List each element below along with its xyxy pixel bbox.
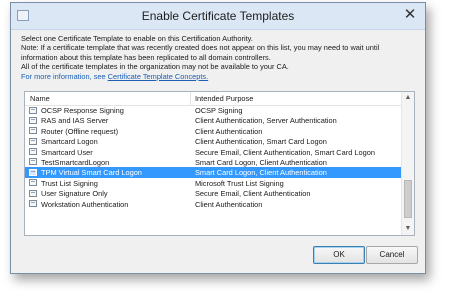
template-intended-purpose: Smart Card Logon, Client Authentication xyxy=(195,168,327,178)
template-name: Router (Offline request) xyxy=(41,126,119,136)
table-row[interactable]: Workstation Authentication Client Authent… xyxy=(25,199,403,209)
column-header-name[interactable]: Name xyxy=(30,94,50,103)
certificate-template-concepts-link[interactable]: Certificate Template Concepts. xyxy=(108,72,209,81)
template-name: TestSmartcardLogon xyxy=(41,157,110,167)
table-row[interactable]: OCSP Response Signing OCSP Signing xyxy=(25,105,403,115)
template-name: User Signature Only xyxy=(41,189,108,199)
table-row[interactable]: Smartcard Logon Client Authentication, Sm… xyxy=(25,136,403,146)
template-intended-purpose: Secure Email, Client Authentication xyxy=(195,189,311,199)
window-title: Enable Certificate Templates xyxy=(141,9,295,23)
table-row[interactable]: TestSmartcardLogon Smart Card Logon, Clie… xyxy=(25,157,403,167)
template-intended-purpose: Smart Card Logon, Client Authentication xyxy=(195,157,327,167)
column-header-intended-purpose[interactable]: Intended Purpose xyxy=(190,92,253,105)
title-bar[interactable]: Enable Certificate Templates ✕ xyxy=(11,3,425,30)
more-info-line: For more information, see Certificate Te… xyxy=(21,72,417,81)
template-name: Smartcard User xyxy=(41,147,93,157)
list-header: Name Intended Purpose xyxy=(25,92,403,106)
scroll-thumb[interactable] xyxy=(404,180,412,218)
certificate-template-icon xyxy=(29,137,37,145)
template-name: Trust List Signing xyxy=(41,178,98,188)
certificate-template-icon xyxy=(29,200,37,208)
ok-button[interactable]: OK xyxy=(313,246,365,264)
certificate-template-icon xyxy=(29,116,37,124)
table-row[interactable]: Smartcard User Secure Email, Client Authe… xyxy=(25,147,403,157)
cancel-button[interactable]: Cancel xyxy=(366,246,418,264)
template-name: OCSP Response Signing xyxy=(41,106,124,115)
template-intended-purpose: Client Authentication xyxy=(195,126,263,136)
table-row[interactable]: Trust List Signing Microsoft Trust List S… xyxy=(25,178,403,188)
table-row[interactable]: User Signature Only Secure Email, Client … xyxy=(25,188,403,198)
more-info-prefix: For more information, see xyxy=(21,71,108,81)
description-text: Select one Certificate Template to enabl… xyxy=(21,34,417,81)
table-row[interactable]: Router (Offline request) Client Authentic… xyxy=(25,126,403,136)
scroll-down-icon[interactable]: ▼ xyxy=(402,223,414,235)
enable-certificate-templates-dialog: Enable Certificate Templates ✕ Select on… xyxy=(10,2,426,274)
certificate-template-icon xyxy=(29,168,37,176)
template-name: TPM Virtual Smart Card Logon xyxy=(41,168,142,178)
close-icon[interactable]: ✕ xyxy=(399,6,421,24)
template-name: Smartcard Logon xyxy=(41,137,98,147)
template-intended-purpose: Client Authentication xyxy=(195,199,263,209)
scroll-up-icon[interactable]: ▲ xyxy=(402,92,414,104)
description-line: information about this template has been… xyxy=(21,52,271,62)
certificate-template-icon xyxy=(29,148,37,156)
template-intended-purpose: Client Authentication, Server Authentica… xyxy=(195,116,337,126)
certificate-template-icon xyxy=(29,127,37,135)
certificate-template-icon xyxy=(29,158,37,166)
certificate-template-icon xyxy=(29,189,37,197)
template-intended-purpose: Client Authentication, Smart Card Logon xyxy=(195,137,327,147)
description-line: Select one Certificate Template to enabl… xyxy=(21,34,253,43)
vertical-scrollbar[interactable]: ▲ ▼ xyxy=(401,92,414,235)
template-intended-purpose: OCSP Signing xyxy=(195,106,243,115)
list-rows: OCSP Response Signing OCSP Signing RAS and… xyxy=(25,105,403,209)
certificate-template-icon xyxy=(29,179,37,187)
template-name: RAS and IAS Server xyxy=(41,116,109,126)
certificate-template-icon xyxy=(29,106,37,114)
description-line: All of the certificate templates in the … xyxy=(21,62,289,72)
template-intended-purpose: Secure Email, Client Authentication, Sma… xyxy=(195,147,375,157)
description-line: Note: If a certificate template that was… xyxy=(21,43,380,53)
table-row[interactable]: TPM Virtual Smart Card Logon Smart Card L… xyxy=(25,167,403,178)
certificate-template-list[interactable]: Name Intended Purpose OCSP Response Sign… xyxy=(24,91,415,236)
template-intended-purpose: Microsoft Trust List Signing xyxy=(195,178,284,188)
template-name: Workstation Authentication xyxy=(41,199,129,209)
table-row[interactable]: RAS and IAS Server Client Authentication,… xyxy=(25,115,403,125)
